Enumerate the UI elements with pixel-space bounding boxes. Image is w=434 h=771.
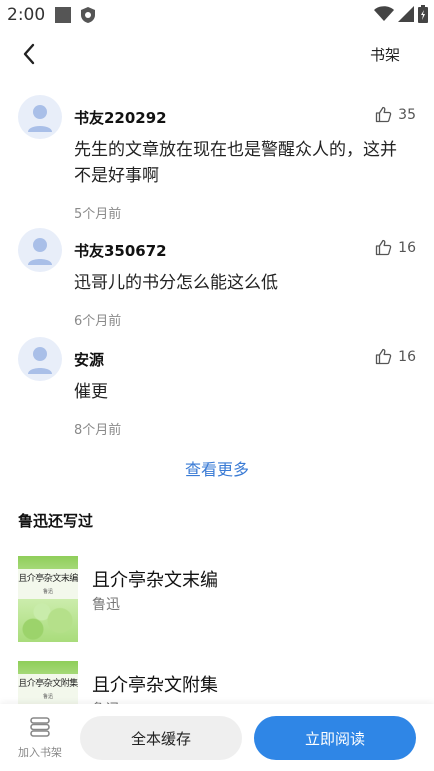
avatar [18,228,62,272]
comment-username: 书友350672 [74,242,167,260]
comment-time: 6个月前 [74,314,122,329]
comment-time: 8个月前 [74,423,122,438]
book-cover: 且介亭杂文末编 鲁迅 [18,556,78,642]
comment-item: 书友350672 16 迅哥儿的书分怎么能这么低 6个月前 [0,228,434,333]
bookshelf-link[interactable]: 书架 [370,44,400,65]
like-count: 16 [398,239,416,256]
avatar [18,95,62,139]
status-bar: 2:00 [0,0,434,30]
user-avatar-icon [28,347,52,374]
shield-icon [81,7,95,23]
comment-item: 安源 16 催更 8个月前 [0,337,434,442]
user-avatar-icon [28,238,52,265]
comment-time: 5个月前 [74,207,122,222]
comment-text: 先生的文章放在现在也是警醒众人的，这并不是好事啊 [74,140,397,186]
status-time: 2:00 [7,5,46,25]
signal-icon [398,6,414,22]
thumbs-up-icon [376,106,392,123]
cache-all-button[interactable]: 全本缓存 [80,716,242,760]
comment-username: 安源 [74,351,105,369]
battery-icon [418,5,428,23]
back-chevron-icon [23,43,35,65]
thumbs-up-icon [376,348,392,365]
square-icon [55,7,71,23]
book-title: 且介亭杂文末编 [92,570,218,591]
cover-author: 鲁迅 [42,694,53,700]
see-more-link[interactable]: 查看更多 [0,456,434,480]
like-button[interactable]: 16 [375,348,416,365]
like-button[interactable]: 35 [375,106,416,123]
thumbs-up-icon [376,239,392,256]
like-button[interactable]: 16 [375,239,416,256]
comment-username: 书友220292 [74,109,167,127]
add-to-shelf-button[interactable]: 加入书架 [12,716,68,760]
book-item[interactable]: 且介亭杂文末编 鲁迅 且介亭杂文末编 鲁迅 [0,556,434,646]
back-button[interactable] [18,42,42,66]
wifi-icon [374,6,394,21]
read-now-button[interactable]: 立即阅读 [254,716,416,760]
book-author: 鲁迅 [92,597,120,613]
avatar [18,337,62,381]
bottom-action-bar: 加入书架 全本缓存 立即阅读 [0,704,434,771]
comment-text: 催更 [74,382,108,402]
cover-author: 鲁迅 [42,589,53,595]
like-count: 16 [398,348,416,365]
cover-title: 且介亭杂文附集 [18,679,78,689]
user-avatar-icon [28,105,52,132]
top-nav: 书架 [0,36,434,72]
section-title: 鲁迅还写过 [18,512,94,530]
comment-text: 迅哥儿的书分怎么能这么低 [74,273,278,293]
bookshelf-icon [30,717,50,737]
book-title: 且介亭杂文附集 [92,675,218,696]
cover-title: 且介亭杂文末编 [18,574,78,584]
add-to-shelf-label: 加入书架 [18,746,62,759]
comment-item: 书友220292 35 先生的文章放在现在也是警醒众人的，这并不是好事啊 5个月… [0,95,434,225]
like-count: 35 [398,106,416,123]
